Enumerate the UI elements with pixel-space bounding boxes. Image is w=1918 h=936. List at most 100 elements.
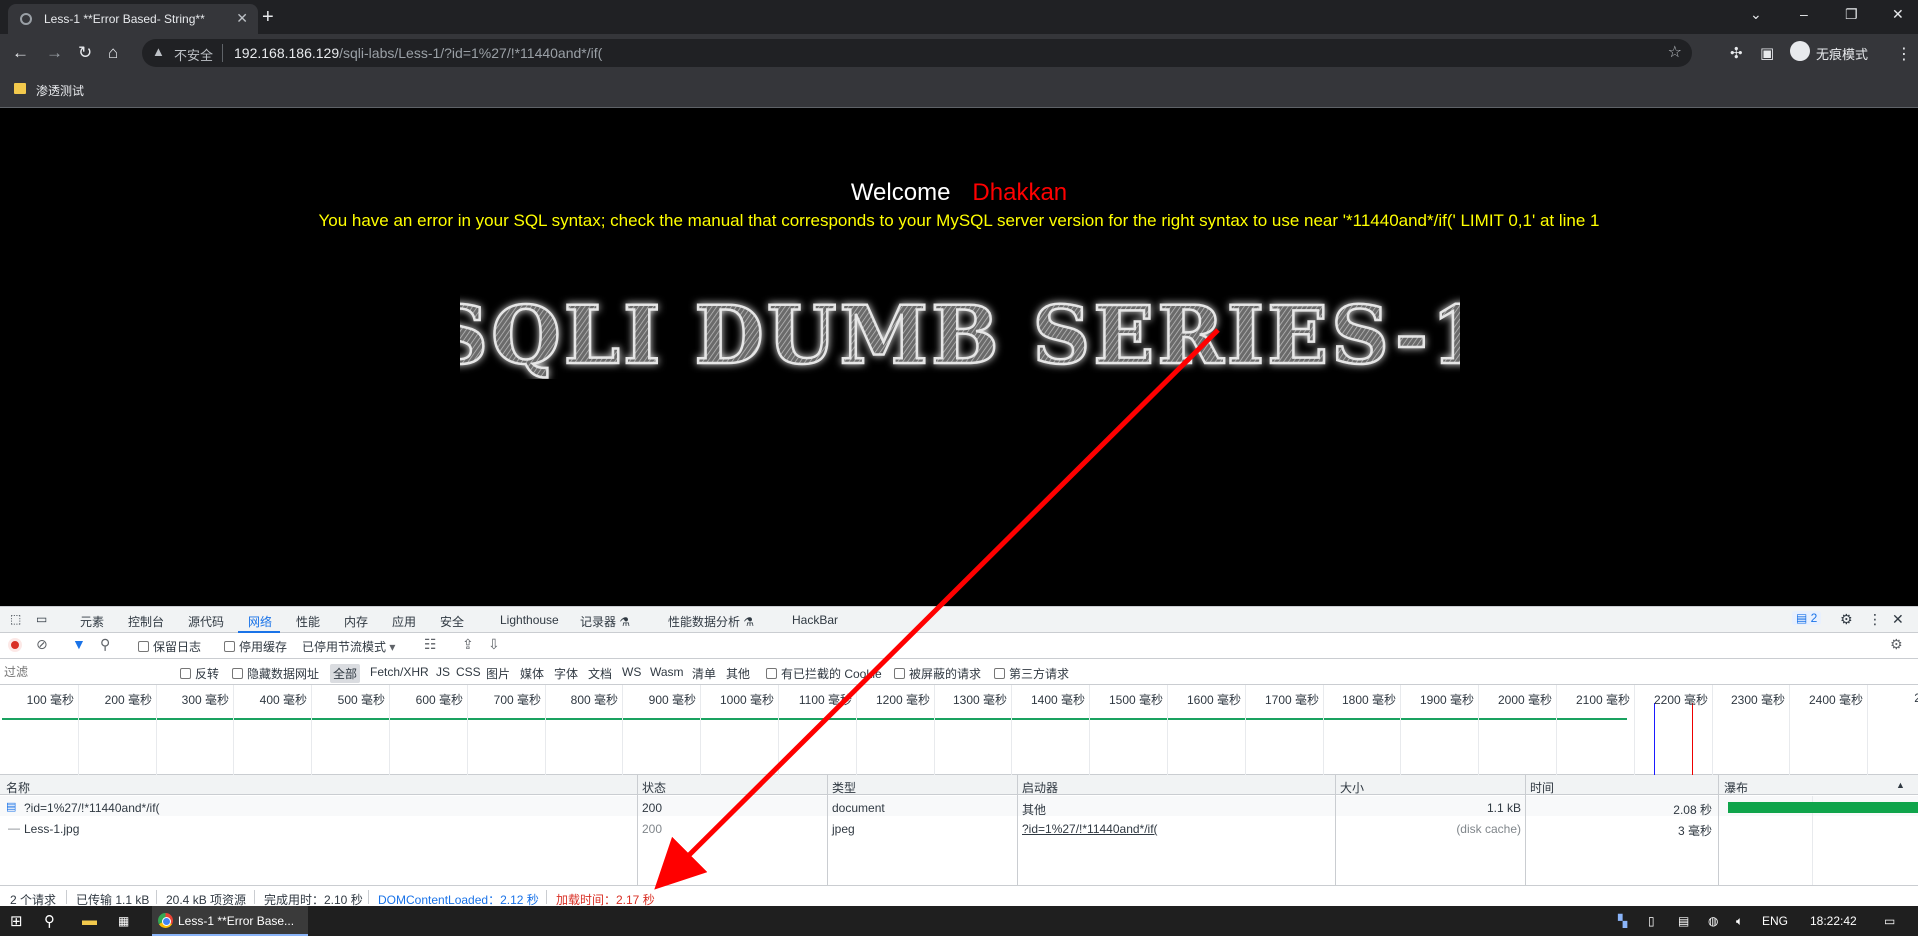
close-devtools-icon[interactable]: ✕ (1892, 611, 1904, 628)
maximize-button[interactable]: ❐ (1845, 6, 1858, 23)
browser-tab[interactable]: Less-1 **Error Based- String** ✕ (8, 4, 258, 34)
preserve-log-checkbox[interactable]: 保留日志 (138, 638, 201, 655)
windows-taskbar: ⊞ ⚲ ▬ ▦ Less-1 **Error Base... ▚ ▯ ▤ ◍ 🔈… (0, 906, 1918, 936)
filter-type-all[interactable]: 全部 (330, 664, 361, 683)
request-name[interactable]: ?id=1%27/!*11440and*/if( (24, 801, 160, 815)
tab-lighthouse[interactable]: Lighthouse (500, 613, 559, 627)
column-time[interactable]: 时间 (1530, 779, 1554, 796)
bookmark-folder-label[interactable]: 渗透测试 (36, 82, 84, 99)
filter-type-doc[interactable]: 文档 (588, 665, 612, 682)
filter-type-ws[interactable]: WS (622, 665, 641, 679)
settings-gear-icon[interactable]: ⚙ (1840, 611, 1853, 628)
inspect-element-icon[interactable]: ⬚ (10, 612, 21, 626)
home-icon[interactable]: ⌂ (108, 43, 118, 63)
column-size[interactable]: 大小 (1340, 779, 1364, 796)
issues-badge[interactable]: ▤ 2 (1792, 611, 1822, 625)
usb-icon[interactable]: ▯ (1648, 914, 1655, 928)
tab-network[interactable]: 网络 (248, 613, 272, 630)
tab-sources[interactable]: 源代码 (188, 613, 224, 630)
column-name[interactable]: 名称 (6, 779, 30, 796)
terminal-icon[interactable]: ▦ (118, 914, 129, 928)
column-initiator[interactable]: 启动器 (1022, 779, 1058, 796)
folder-icon[interactable] (14, 83, 26, 94)
more-options-icon[interactable]: ⋮ (1868, 611, 1882, 628)
request-initiator-link[interactable]: ?id=1%27/!*11440and*/if( (1022, 822, 1158, 836)
input-language[interactable]: ENG (1762, 914, 1788, 928)
tray-app-icon[interactable]: ▤ (1678, 914, 1689, 928)
extensions-icon[interactable]: ✣ (1730, 44, 1743, 62)
tab-console[interactable]: 控制台 (128, 613, 164, 630)
network-settings-gear-icon[interactable]: ⚙ (1890, 636, 1903, 653)
column-status[interactable]: 状态 (642, 779, 666, 796)
reload-icon[interactable]: ↻ (78, 43, 92, 63)
network-overview-timeline[interactable]: 100 毫秒 200 毫秒 300 毫秒 400 毫秒 500 毫秒 600 毫秒 700 … (0, 685, 1918, 775)
browser-menu-icon[interactable]: ⋮ (1896, 44, 1912, 64)
close-tab-icon[interactable]: ✕ (236, 10, 248, 27)
tab-recorder[interactable]: 记录器 ⚗ (580, 613, 630, 630)
file-explorer-icon[interactable]: ▬ (82, 912, 97, 929)
search-icon[interactable]: ⚲ (100, 636, 110, 653)
warning-icon[interactable]: ▲ (152, 44, 165, 59)
search-icon[interactable]: ⚲ (44, 912, 55, 930)
bookmark-star-icon[interactable]: ☆ (1668, 42, 1682, 62)
clock[interactable]: 18:22:42 (1810, 914, 1857, 928)
timeline-tick-label: 500 毫秒 (337, 693, 385, 707)
tab-application[interactable]: 应用 (392, 613, 416, 630)
filter-type-media[interactable]: 媒体 (520, 665, 544, 682)
record-icon[interactable] (8, 638, 22, 652)
tab-search-icon[interactable]: ⌄ (1750, 6, 1762, 23)
minimize-button[interactable]: – (1800, 6, 1808, 22)
filter-type-images[interactable]: 图片 (486, 665, 510, 682)
throttling-select[interactable]: 已停用节流模式 ▾ (302, 638, 395, 655)
tab-memory[interactable]: 内存 (344, 613, 368, 630)
disable-cache-checkbox[interactable]: 停用缓存 (224, 638, 287, 655)
request-name[interactable]: Less-1.jpg (24, 822, 79, 836)
back-arrow-icon[interactable]: ← (12, 43, 29, 63)
network-globe-icon[interactable]: ◍ (1708, 914, 1718, 928)
export-har-icon[interactable]: ⇩ (488, 636, 500, 653)
tab-performance-insights[interactable]: 性能数据分析 ⚗ (668, 613, 754, 630)
filter-type-js[interactable]: JS (436, 665, 450, 679)
hide-data-urls-checkbox[interactable]: 隐藏数据网址 (232, 665, 319, 682)
new-tab-button[interactable]: + (262, 6, 274, 29)
tab-elements[interactable]: 元素 (80, 613, 104, 630)
timeline-gridline (545, 685, 546, 775)
network-conditions-icon[interactable]: ☷ (424, 636, 437, 653)
column-divider[interactable] (637, 775, 638, 885)
blocked-requests-checkbox[interactable]: 被屏蔽的请求 (894, 665, 981, 682)
filter-icon[interactable]: ▼ (72, 636, 86, 652)
forward-arrow-icon[interactable]: → (46, 43, 63, 63)
device-toolbar-icon[interactable]: ▭ (36, 612, 47, 626)
invert-checkbox[interactable]: 反转 (180, 665, 219, 682)
column-waterfall[interactable]: 瀑布 (1724, 779, 1748, 796)
close-window-button[interactable]: ✕ (1892, 6, 1904, 23)
column-divider[interactable] (1017, 775, 1018, 885)
notification-icon[interactable]: ▭ (1884, 914, 1895, 928)
column-divider[interactable] (827, 775, 828, 885)
taskbar-chrome-app[interactable]: Less-1 **Error Base... (152, 906, 308, 936)
volume-icon[interactable]: 🔈︎ (1736, 914, 1743, 929)
tab-performance[interactable]: 性能 (296, 613, 320, 630)
url-text[interactable]: 192.168.186.129/sqli-labs/Less-1/?id=1%2… (234, 45, 602, 61)
filter-type-wasm[interactable]: Wasm (650, 665, 684, 679)
filter-type-fetch-xhr[interactable]: Fetch/XHR (370, 665, 429, 679)
filter-type-manifest[interactable]: 清单 (692, 665, 716, 682)
filter-type-css[interactable]: CSS (456, 665, 481, 679)
third-party-checkbox[interactable]: 第三方请求 (994, 665, 1069, 682)
filter-input[interactable] (4, 663, 166, 681)
blocked-cookies-checkbox[interactable]: 有已拦截的 Cookie (766, 665, 882, 682)
filter-type-font[interactable]: 字体 (554, 665, 578, 682)
insecure-label[interactable]: 不安全 (174, 45, 213, 64)
tab-security[interactable]: 安全 (440, 613, 464, 630)
import-har-icon[interactable]: ⇪ (462, 636, 474, 653)
filter-type-other[interactable]: 其他 (726, 665, 750, 682)
column-divider[interactable] (1718, 775, 1719, 885)
clear-icon[interactable]: ⊘ (36, 636, 48, 653)
address-bar[interactable]: ▲ 不安全 192.168.186.129/sqli-labs/Less-1/?… (142, 39, 1692, 67)
column-type[interactable]: 类型 (832, 779, 856, 796)
tab-hackbar[interactable]: HackBar (792, 613, 838, 627)
side-panel-icon[interactable]: ▣ (1760, 44, 1774, 62)
sort-asc-icon[interactable]: ▲ (1896, 780, 1905, 790)
app-tray-icon[interactable]: ▚ (1618, 914, 1627, 928)
windows-start-icon[interactable]: ⊞ (10, 912, 23, 930)
